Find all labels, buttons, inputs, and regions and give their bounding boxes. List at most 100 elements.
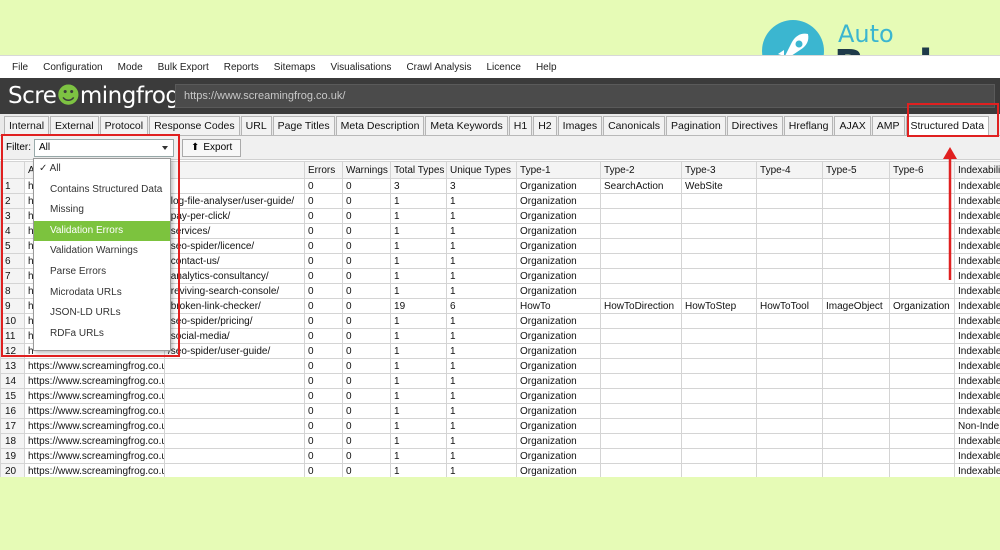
col-header-total-types[interactable]: Total Types — [390, 161, 448, 179]
table-cell: 0 — [304, 343, 344, 359]
url-input[interactable]: https://www.screamingfrog.co.uk/ — [175, 84, 995, 108]
table-cell — [889, 373, 956, 389]
table-row[interactable]: 16https://www.screamingfrog.co.uk/our-wo… — [0, 403, 1000, 419]
col-header-warnings[interactable]: Warnings — [342, 161, 392, 179]
table-cell — [681, 448, 758, 464]
table-cell: Indexable — [954, 373, 1000, 389]
tab-amp[interactable]: AMP — [871, 116, 905, 135]
table-cell: Indexable — [954, 298, 1000, 314]
url-bar: Scre☻mingfrog https://www.screamingfrog.… — [0, 78, 1000, 114]
table-cell: 1 — [446, 343, 518, 359]
table-cell — [681, 388, 758, 404]
table-cell: 1 — [390, 283, 448, 299]
table-cell — [756, 313, 824, 329]
menu-configuration[interactable]: Configuration — [43, 62, 102, 73]
col-header-unique-types[interactable]: Unique Types — [446, 161, 518, 179]
table-cell — [163, 373, 306, 389]
table-cell — [889, 358, 956, 374]
menu-visualisations[interactable]: Visualisations — [330, 62, 391, 73]
table-cell: 13 — [0, 358, 25, 374]
menu-mode[interactable]: Mode — [118, 62, 143, 73]
menu-crawl-analysis[interactable]: Crawl Analysis — [406, 62, 471, 73]
menu-help[interactable]: Help — [536, 62, 557, 73]
table-row[interactable]: 17https://www.screamingfrog.co.uk/login/… — [0, 418, 1000, 434]
table-cell: Organization — [516, 433, 602, 449]
export-icon: ⬆ — [191, 142, 200, 153]
col-header-type-4[interactable]: Type-4 — [756, 161, 824, 179]
table-row[interactable]: 14https://www.screamingfrog.co.uk/adword… — [0, 373, 1000, 389]
tab-protocol[interactable]: Protocol — [99, 116, 149, 135]
table-cell: 1 — [390, 193, 448, 209]
col-header-type-1[interactable]: Type-1 — [516, 161, 602, 179]
tab-meta-keywords[interactable]: Meta Keywords — [425, 116, 508, 135]
table-cell — [600, 268, 683, 284]
table-cell: Organization — [516, 193, 602, 209]
menu-sitemaps[interactable]: Sitemaps — [274, 62, 316, 73]
table-cell — [756, 268, 824, 284]
tab-url[interactable]: URL — [240, 116, 272, 135]
tab-h1[interactable]: H1 — [508, 116, 533, 135]
tab-internal[interactable]: Internal — [4, 116, 50, 135]
table-cell: 0 — [342, 283, 392, 299]
table-cell: /seo-spider/pricing/ — [163, 313, 306, 329]
menu-bar: File Configuration Mode Bulk Export Repo… — [0, 56, 1000, 78]
table-row[interactable]: 13https://www.screamingfrog.co.uk/about/… — [0, 358, 1000, 374]
table-cell — [756, 433, 824, 449]
tab-canonicals[interactable]: Canonicals — [603, 116, 666, 135]
export-label: Export — [203, 142, 233, 153]
table-cell: 1 — [446, 463, 518, 477]
tab-h2[interactable]: H2 — [533, 116, 557, 135]
table-cell — [756, 328, 824, 344]
table-cell: 0 — [304, 253, 344, 269]
table-row[interactable]: 18https://www.screamingfrog.co.uk/client… — [0, 433, 1000, 449]
table-cell: Organization — [516, 358, 602, 374]
tab-hreflang[interactable]: Hreflang — [783, 116, 834, 135]
tab-meta-description[interactable]: Meta Description — [335, 116, 425, 135]
table-cell: 1 — [446, 448, 518, 464]
table-cell: 17 — [0, 418, 25, 434]
table-cell — [600, 358, 683, 374]
menu-licence[interactable]: Licence — [486, 62, 520, 73]
table-cell: Indexable — [954, 403, 1000, 419]
table-cell — [756, 418, 824, 434]
tab-ajax[interactable]: AJAX — [834, 116, 871, 135]
export-button[interactable]: ⬆ Export — [182, 138, 242, 157]
menu-file[interactable]: File — [12, 62, 28, 73]
menu-reports[interactable]: Reports — [224, 62, 259, 73]
table-cell — [822, 283, 891, 299]
table-cell — [756, 208, 824, 224]
table-cell: HowToTool — [756, 298, 824, 314]
tab-response-codes[interactable]: Response Codes — [149, 116, 240, 135]
table-cell: 18 — [0, 433, 25, 449]
table-cell: 0 — [342, 418, 392, 434]
table-cell: 0 — [342, 403, 392, 419]
tab-images[interactable]: Images — [557, 116, 603, 135]
table-cell — [889, 313, 956, 329]
tab-external[interactable]: External — [50, 116, 99, 135]
col-header-indexability[interactable]: Indexabili — [954, 161, 1000, 179]
table-cell: 1 — [446, 328, 518, 344]
tab-page-titles[interactable]: Page Titles — [272, 116, 335, 135]
tab-directives[interactable]: Directives — [726, 116, 783, 135]
col-header-type-3[interactable]: Type-3 — [681, 161, 758, 179]
tab-pagination[interactable]: Pagination — [666, 116, 726, 135]
table-cell — [756, 238, 824, 254]
table-row[interactable]: 20https://www.screamingfrog.co.uk/meet-t… — [0, 463, 1000, 477]
table-cell: /log-file-analyser/user-guide/ — [163, 193, 306, 209]
table-cell — [822, 313, 891, 329]
table-cell — [600, 193, 683, 209]
table-row[interactable]: 19https://www.screamingfrog.co.uk/google… — [0, 448, 1000, 464]
menu-bulk-export[interactable]: Bulk Export — [158, 62, 209, 73]
table-cell: WebSite — [681, 178, 758, 194]
table-row[interactable]: 15https://www.screamingfrog.co.uk/log-fi… — [0, 388, 1000, 404]
col-header-errors[interactable]: Errors — [304, 161, 344, 179]
table-cell: 1 — [390, 223, 448, 239]
col-header-type-2[interactable]: Type-2 — [600, 161, 683, 179]
table-cell: https://www.screamingfrog.co.uk/clients/ — [24, 433, 165, 449]
table-cell — [681, 433, 758, 449]
table-cell — [889, 388, 956, 404]
table-cell: /services/ — [163, 223, 306, 239]
table-cell: /seo-spider/user-guide/ — [163, 343, 306, 359]
table-cell: 0 — [342, 388, 392, 404]
col-header-type-5[interactable]: Type-5 — [822, 161, 891, 179]
